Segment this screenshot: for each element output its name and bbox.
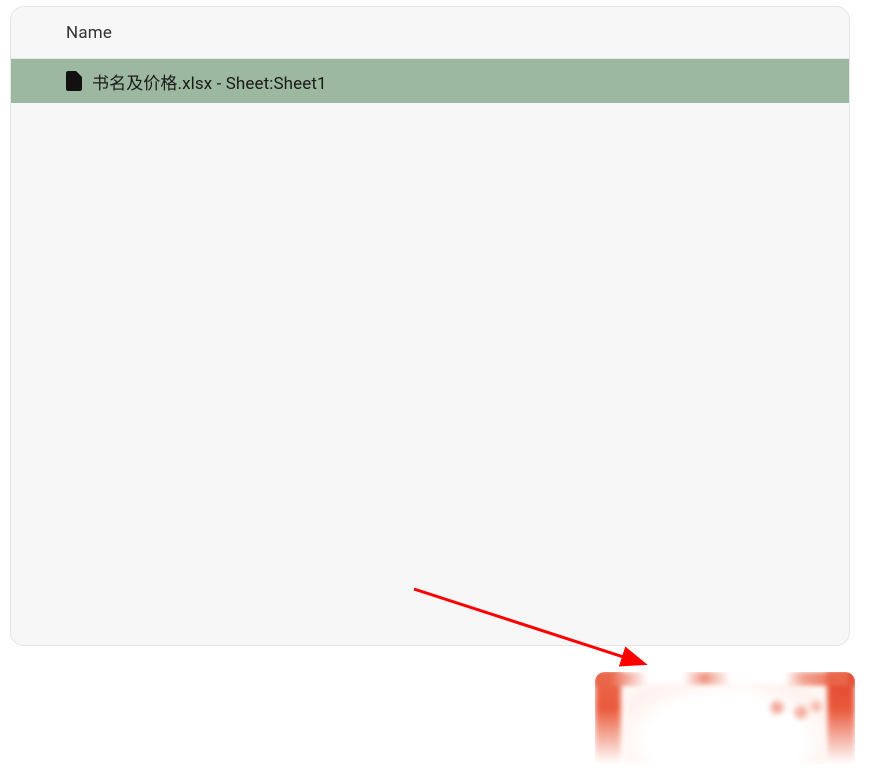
column-header-name[interactable]: Name bbox=[66, 23, 112, 43]
table-row[interactable]: 书名及价格.xlsx - Sheet:Sheet1 bbox=[11, 59, 849, 103]
file-icon bbox=[66, 71, 82, 91]
decorative-image bbox=[595, 672, 855, 764]
table-header: Name bbox=[11, 7, 849, 59]
file-name-label: 书名及价格.xlsx - Sheet:Sheet1 bbox=[92, 69, 327, 94]
file-list-panel: Name 书名及价格.xlsx - Sheet:Sheet1 bbox=[10, 6, 850, 646]
